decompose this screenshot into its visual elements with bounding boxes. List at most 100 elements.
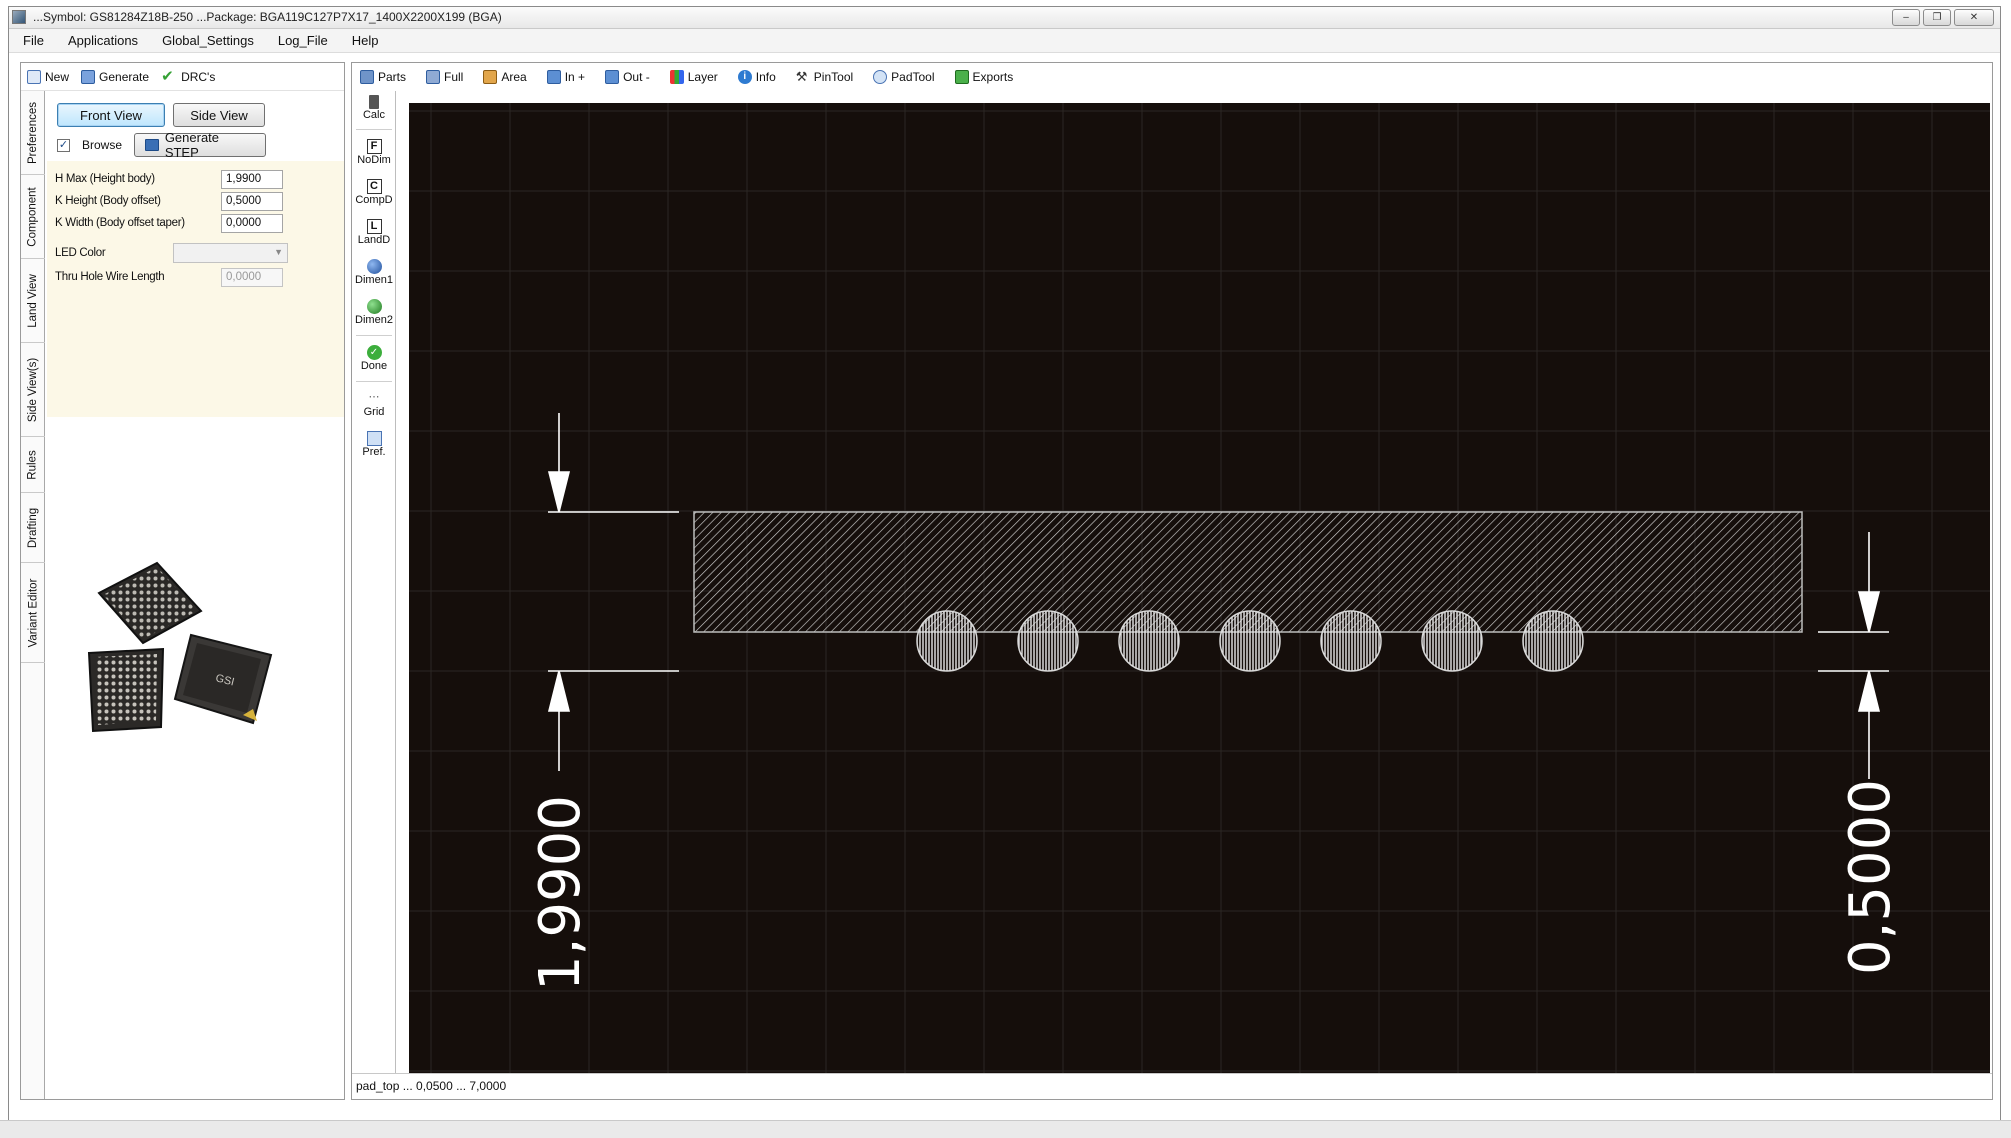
close-button[interactable]: ✕: [1954, 9, 1994, 26]
status-bar: pad_top ... 0,0500 ... 7,0000: [352, 1073, 1992, 1099]
tab-drafting[interactable]: Drafting: [21, 493, 45, 563]
pref-tool[interactable]: Pref.: [352, 431, 396, 459]
new-document-icon: [27, 69, 41, 84]
new-button[interactable]: New: [27, 69, 70, 84]
led-color-row: LED Color ▼: [55, 243, 336, 263]
landd-label: LandD: [357, 234, 391, 246]
landd-tool[interactable]: L LandD: [352, 219, 396, 247]
tab-component[interactable]: Component: [21, 175, 45, 259]
dimen1-tool[interactable]: Dimen1: [352, 259, 396, 287]
h-max-row: H Max (Height body) 1,9900: [55, 169, 336, 189]
pin-tool-button[interactable]: ⚒ PinTool: [795, 69, 853, 85]
tab-land-view-label: Land View: [27, 273, 39, 328]
solder-ball: [1219, 610, 1281, 672]
main-toolbar: Parts Full Area In + Out - Layer i Info …: [352, 63, 1992, 91]
dimen2-tool[interactable]: Dimen2: [352, 299, 396, 327]
front-view-label: Front View: [80, 107, 142, 123]
calc-label: Calc: [362, 109, 385, 121]
maximize-button[interactable]: ❐: [1923, 9, 1951, 26]
thru-hole-input[interactable]: 0,0000: [221, 267, 283, 287]
tab-drafting-label: Drafting: [27, 507, 39, 548]
pref-label: Pref.: [362, 446, 386, 458]
menu-file[interactable]: File: [23, 33, 44, 48]
generate-step-button[interactable]: Generate STEP: [134, 130, 267, 160]
drawing-canvas[interactable]: 1,9900 0,5000: [409, 103, 1990, 1073]
k-height-label: K Height (Body offset): [55, 195, 161, 207]
preferences-icon: [366, 431, 382, 446]
info-icon: i: [737, 70, 752, 84]
full-button[interactable]: Full: [426, 70, 463, 84]
grid-tool[interactable]: ⋯ Grid: [352, 391, 396, 419]
front-view-button[interactable]: Front View: [57, 103, 165, 127]
generate-icon: [81, 69, 96, 84]
k-height-input[interactable]: 0,5000: [221, 191, 283, 211]
exports-button[interactable]: Exports: [954, 70, 1014, 84]
menu-global-settings[interactable]: Global_Settings: [162, 33, 254, 48]
generate-step-label: Generate STEP: [164, 130, 220, 160]
nodim-tool[interactable]: F NoDim: [352, 139, 396, 167]
k-width-label: K Width (Body offset taper): [55, 217, 185, 229]
led-color-select[interactable]: ▼: [173, 243, 288, 263]
minimize-button[interactable]: –: [1892, 9, 1920, 26]
solder-ball: [1421, 610, 1483, 672]
layer-label: Layer: [687, 70, 718, 84]
info-label: Info: [755, 70, 776, 84]
tab-rules[interactable]: Rules: [21, 437, 45, 493]
exports-label: Exports: [972, 70, 1014, 84]
k-width-input[interactable]: 0,0000: [221, 213, 283, 233]
menu-help[interactable]: Help: [352, 33, 379, 48]
parts-button[interactable]: Parts: [360, 70, 406, 84]
browse-checkbox[interactable]: ✓: [57, 138, 70, 152]
generate-label: Generate: [99, 69, 150, 84]
h-max-label: H Max (Height body): [55, 173, 155, 185]
bga-chip-back: [97, 561, 203, 645]
new-label: New: [45, 69, 70, 84]
solder-ball: [1118, 610, 1180, 672]
side-view-drawing: 1,9900 0,5000: [409, 103, 1990, 1073]
compd-icon: C: [366, 179, 382, 194]
chevron-down-icon: ▼: [274, 247, 283, 257]
bga-chip-right: GSI: [173, 633, 273, 725]
menu-log-file[interactable]: Log_File: [278, 33, 328, 48]
tab-preferences[interactable]: Preferences: [21, 91, 45, 175]
side-view-button[interactable]: Side View: [173, 103, 265, 127]
layer-button[interactable]: Layer: [669, 70, 718, 84]
h-max-input[interactable]: 1,9900: [221, 169, 283, 189]
drc-button[interactable]: DRC's: [161, 70, 215, 84]
zoom-out-button[interactable]: Out -: [605, 70, 650, 84]
dimen2-icon: [366, 299, 382, 314]
tab-rules-label: Rules: [27, 449, 39, 480]
bga-chips-image: GSI: [87, 561, 273, 733]
compd-label: CompD: [355, 194, 393, 206]
pad-tool-icon: [873, 70, 888, 84]
pin-tool-icon: ⚒: [795, 69, 808, 84]
step-icon: [145, 139, 159, 151]
zoom-out-icon: [605, 70, 620, 84]
side-toolbox: Calc F NoDim C CompD L LandD Dimen1 Dime…: [352, 91, 396, 1073]
vertical-tabs: Preferences Component Land View Side Vie…: [21, 91, 45, 1099]
drawing-panel: Parts Full Area In + Out - Layer i Info …: [351, 62, 1993, 1100]
zoom-in-label: In +: [564, 70, 586, 84]
menu-applications[interactable]: Applications: [68, 33, 138, 48]
component-panel: New Generate DRC's Preferences Component…: [20, 62, 345, 1100]
tab-side-views[interactable]: Side View(s): [21, 343, 45, 437]
height-dimension: 1,9900: [528, 413, 679, 991]
compd-tool[interactable]: C CompD: [352, 179, 396, 207]
generate-button[interactable]: Generate: [81, 69, 150, 84]
done-tool[interactable]: ✓ Done: [352, 345, 396, 373]
pad-tool-button[interactable]: PadTool: [873, 70, 935, 84]
full-label: Full: [444, 70, 464, 84]
tab-variant-editor[interactable]: Variant Editor: [21, 563, 45, 663]
offset-dimension-label: 0,5000: [1838, 779, 1903, 975]
area-button[interactable]: Area: [483, 70, 527, 84]
tab-land-view[interactable]: Land View: [21, 259, 45, 343]
calc-tool[interactable]: Calc: [352, 95, 396, 122]
area-zoom-icon: [483, 70, 498, 84]
info-button[interactable]: i Info: [737, 70, 776, 84]
bga-chip-left: [87, 647, 165, 733]
dimen1-label: Dimen1: [355, 274, 393, 286]
dimen1-icon: [366, 259, 382, 274]
zoom-in-button[interactable]: In +: [546, 70, 586, 84]
grid-icon: ⋯: [366, 391, 382, 406]
tab-component-label: Component: [27, 186, 39, 247]
